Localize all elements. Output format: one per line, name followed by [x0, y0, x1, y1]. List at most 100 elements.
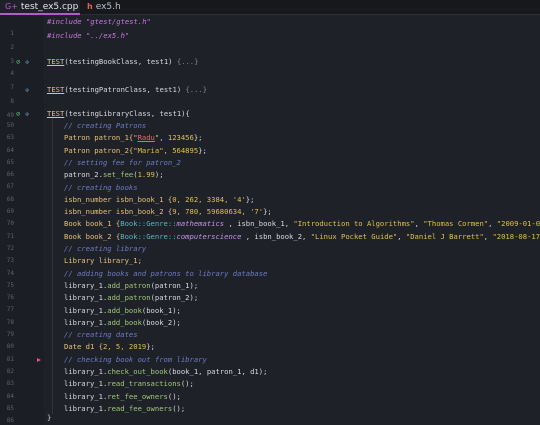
- comment: // creating books: [64, 182, 138, 192]
- function-name: read_transactions: [107, 379, 181, 389]
- code-line: 3: [0, 44, 540, 65]
- code-text[interactable]: Book book_1 {: [64, 219, 120, 228]
- code-text: ",: [154, 133, 168, 143]
- code-line: 71 Book book_1 {Book::Genre::mathematics…: [0, 218, 540, 239]
- code-text: };: [263, 207, 272, 217]
- code-text[interactable]: isbn_number isbn_book_1 {: [64, 195, 172, 204]
- code-line: 77 library_1.add_patron(patron_2);: [0, 292, 540, 313]
- tab-ex5-h[interactable]: h ex5.h: [82, 0, 142, 14]
- code-text: ",: [159, 145, 173, 155]
- code-text[interactable]: Date d1 {: [64, 342, 103, 351]
- code-text: (book_2);: [141, 317, 181, 327]
- code-text: ,: [397, 231, 406, 241]
- editor-window: G+test_ex5.cpp✕ hex5.h 1 #include "gtest…: [0, 0, 540, 425]
- run-test-icon[interactable]: ✢: [25, 108, 29, 120]
- code-line: 70 isbn_number isbn_book_2 {9, 780, 5968…: [0, 206, 540, 227]
- function-name: add_patron: [107, 280, 151, 290]
- code-text[interactable]: (testingLibraryClass, test1){: [64, 109, 190, 118]
- code-text[interactable]: #include "../ex5.h": [47, 30, 129, 42]
- code-text[interactable]: Library library_1;: [64, 255, 142, 267]
- code-line: 2 #include "../ex5.h": [0, 30, 540, 51]
- comment: // creating library: [64, 244, 147, 253]
- code-line: 65 Patron patron_2{"Maria", 564895};: [0, 145, 540, 166]
- code-text[interactable]: library_1.: [64, 367, 107, 376]
- code-line: 50 ⊘ ✢ TEST(testingLibraryClass, test1){: [0, 108, 540, 129]
- comment: // creating Patrons: [64, 121, 147, 130]
- tab-label: test_ex5.cpp: [20, 2, 79, 12]
- code-text: ,: [414, 219, 424, 229]
- code-text: (book_1, patron_1, d1);: [167, 367, 268, 376]
- number-literal: 123456: [167, 133, 194, 143]
- code-text[interactable]: #include "gtest/gtest.h": [47, 16, 151, 28]
- code-line: 73 // creating library: [0, 243, 540, 264]
- string-literal: "Introduction to Algorithms": [293, 219, 415, 229]
- code-line: 4 ⊘ ✢ TEST(testingBookClass, test1) {...…: [0, 56, 540, 77]
- code-text[interactable]: (testingPatronClass, test1): [64, 85, 181, 94]
- fold-marker[interactable]: {...}: [177, 57, 199, 66]
- code-line: 72 Book book_2 {Book::Genre::computersci…: [0, 231, 540, 252]
- function-name: add_book: [107, 317, 142, 327]
- code-text: (patron_2);: [150, 293, 199, 303]
- tab-label: ex5.h: [95, 2, 121, 12]
- string-literal: Radu: [137, 133, 155, 143]
- code-line: 85 library_1.ret_fee_owners();: [0, 391, 540, 412]
- run-test-icon[interactable]: ✢: [25, 56, 29, 68]
- tab-bar: G+test_ex5.cpp✕ hex5.h: [0, 0, 540, 25]
- code-text: (book_1);: [141, 305, 181, 315]
- function-name: ret_fee_owners: [107, 391, 168, 401]
- function-name: check_out_book: [107, 367, 168, 376]
- code-text: );: [154, 170, 164, 180]
- code-text[interactable]: library_1.: [64, 306, 107, 315]
- code-line: 75 // adding books and patrons to librar…: [0, 268, 540, 289]
- code-line: 63 // creating Patrons: [0, 120, 540, 141]
- code-text[interactable]: library_1.: [64, 379, 107, 388]
- code-text[interactable]: Book book_2 {: [64, 232, 120, 241]
- string-literal: "Thomas Cormen": [423, 219, 489, 229]
- test-passed-icon[interactable]: ⊘: [16, 108, 20, 120]
- code-text: };: [245, 194, 255, 204]
- number-literal: 9, 780, 59680634, '7': [172, 207, 264, 217]
- breakpoint-marker-icon[interactable]: [37, 357, 41, 362]
- code-text: , isbn_book_1,: [224, 219, 294, 229]
- code-text: ();: [180, 379, 194, 389]
- code-text[interactable]: library_1.: [64, 281, 107, 290]
- code-line: 66 // setting fee for patron_2: [0, 157, 540, 178]
- function-name: set_fee: [102, 170, 134, 180]
- number-literal: 2, 5, 2019: [102, 342, 147, 352]
- code-text[interactable]: (testingBookClass, test1): [64, 57, 172, 66]
- code-text: ();: [167, 391, 181, 401]
- code-text[interactable]: library_1.: [64, 392, 107, 401]
- macro: TEST: [47, 57, 65, 66]
- code-text[interactable]: patron_2.: [64, 170, 103, 179]
- code-text[interactable]: Patron patron_2{": [64, 146, 138, 155]
- comment: // setting fee for patron_2: [64, 157, 181, 167]
- cpp-file-icon: G+: [5, 2, 18, 11]
- code-text: , isbn_book_2,: [241, 231, 311, 241]
- tab-test-ex5-cpp[interactable]: G+test_ex5.cpp✕: [0, 0, 80, 25]
- code-line: 81 Date d1 {2, 5, 2019};: [0, 341, 540, 362]
- namespace: Book::Genre::: [120, 231, 177, 241]
- namespace: Book::Genre::: [120, 219, 177, 229]
- code-text: };: [198, 145, 207, 155]
- code-line: 8 ✢ TEST(testingPatronClass, test1) {...…: [0, 84, 540, 105]
- code-line: 87 }: [0, 412, 540, 424]
- code-text[interactable]: }: [47, 412, 51, 424]
- function-name: add_patron: [107, 293, 151, 303]
- code-text: };: [146, 342, 155, 352]
- number-literal: 1.99: [137, 170, 155, 180]
- test-passed-icon[interactable]: ⊘: [16, 56, 20, 68]
- code-text: ,: [488, 219, 497, 229]
- code-text[interactable]: library_1.: [64, 318, 107, 327]
- string-literal: Maria: [137, 145, 160, 155]
- code-line: 82 // checking book out from library: [0, 354, 540, 375]
- code-text[interactable]: library_1.: [64, 293, 107, 302]
- string-literal: "2009-01-01": [496, 219, 540, 229]
- code-text[interactable]: Patron patron_1{": [64, 133, 138, 142]
- run-test-icon[interactable]: ✢: [25, 84, 29, 96]
- comment: // checking book out from library: [64, 354, 207, 364]
- code-line: 80 // creating dates: [0, 329, 540, 350]
- number-literal: 564895: [172, 145, 199, 155]
- comment: // creating dates: [64, 330, 138, 340]
- fold-marker[interactable]: {...}: [185, 85, 207, 94]
- code-text[interactable]: isbn_number isbn_book_2 {: [64, 207, 172, 216]
